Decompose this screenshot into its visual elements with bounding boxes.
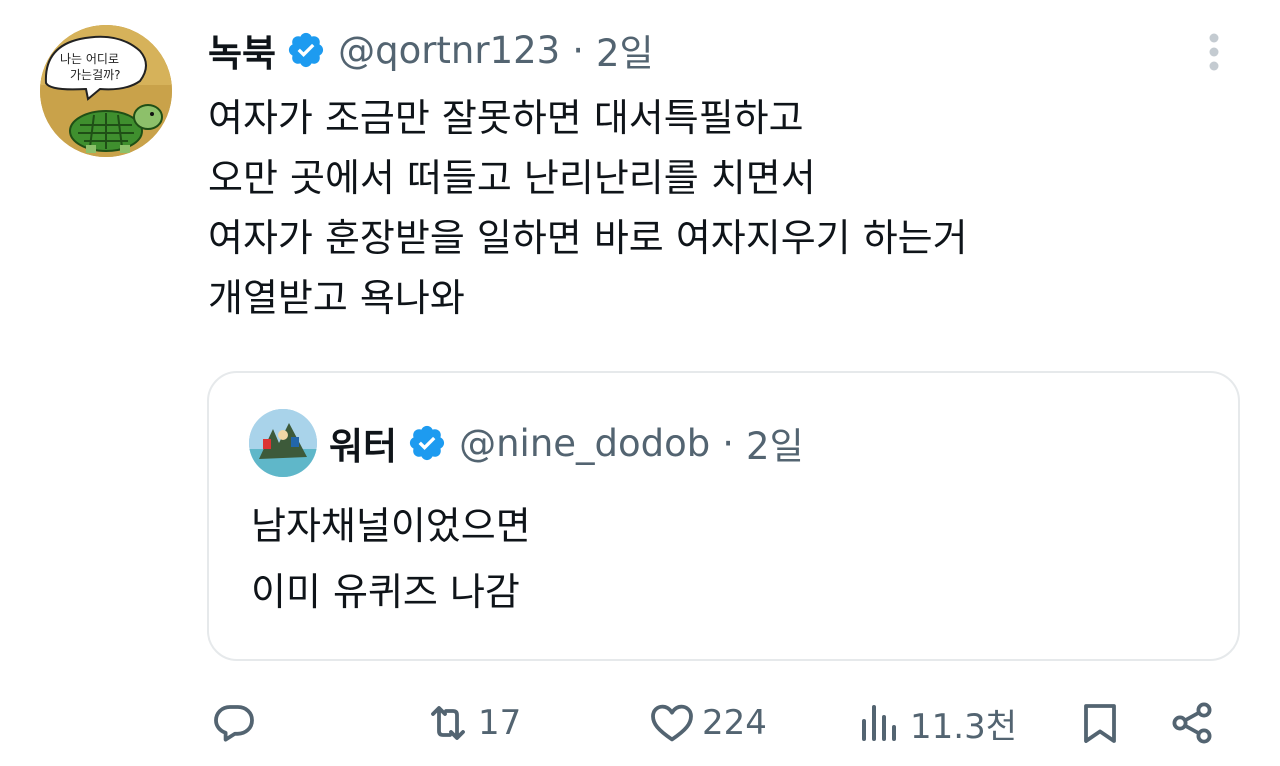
quoted-text-line: 이미 유퀴즈 나감 [251,570,520,614]
quoted-author-handle: @nine_dodob [459,421,711,465]
views-icon [856,699,904,747]
heart-icon [648,699,696,747]
post-text-line: 개열받고 욕나와 [208,276,465,320]
quoted-header-separator: · [722,421,735,465]
post-text-line: 여자가 훈장받을 일하면 바로 여자지우기 하는거 [208,216,968,260]
like-count: 224 [702,703,767,743]
verified-badge-icon [407,423,447,463]
reply-icon [210,699,258,747]
retweet-button[interactable]: 17 [424,688,521,758]
author-handle[interactable]: @qortnr123 [338,29,560,72]
post-text-line: 오만 곳에서 떠들고 난리난리를 치면서 [208,156,816,200]
views-count: 11.3천 [910,706,1017,747]
turtle-avatar-image: 나는 어디로 가는걸까? [40,25,172,157]
post-header: 녹북 @qortnr123 · 2일 [208,24,654,76]
views-button[interactable]: 11.3천 [856,688,1017,758]
share-button[interactable] [1168,688,1216,758]
quoted-post-timestamp: 2일 [746,425,804,468]
quoted-post-text: 남자채널이었으면 이미 유퀴즈 나감 [251,493,531,625]
share-icon [1168,699,1216,747]
avatar-bubble-text-1: 나는 어디로 [60,52,119,66]
quoted-post-card[interactable]: 워터 @nine_dodob · 2일 남자채널이었으면 이미 유퀴즈 나감 [207,371,1240,661]
retweet-icon [424,699,472,747]
reply-button[interactable] [210,688,258,758]
quoted-text-line: 남자채널이었으면 [251,504,531,548]
retweet-count: 17 [478,703,522,743]
like-button[interactable]: 224 [648,688,767,758]
verified-badge-icon [286,30,326,70]
quoted-author-avatar [249,409,317,477]
post-timestamp[interactable]: 2일 [596,23,654,77]
bookmark-button[interactable] [1076,688,1124,758]
post-text-line: 여자가 조금만 잘못하면 대서특필하고 [208,96,804,140]
author-name[interactable]: 녹북 [208,23,276,77]
post-text: 여자가 조금만 잘못하면 대서특필하고 오만 곳에서 떠들고 난리난리를 치면서… [208,88,1218,328]
quoted-author-name: 워터 [329,425,398,468]
quoted-post-header: 워터 @nine_dodob · 2일 [329,417,804,469]
quoted-avatar-image [249,409,317,477]
more-options-icon[interactable] [1200,30,1228,74]
header-separator: · [572,28,584,72]
action-bar: 17 224 11.3천 [0,688,1280,758]
bookmark-icon [1076,699,1124,747]
author-avatar[interactable]: 나는 어디로 가는걸까? [40,25,172,157]
avatar-bubble-text-2: 가는걸까? [70,68,121,82]
